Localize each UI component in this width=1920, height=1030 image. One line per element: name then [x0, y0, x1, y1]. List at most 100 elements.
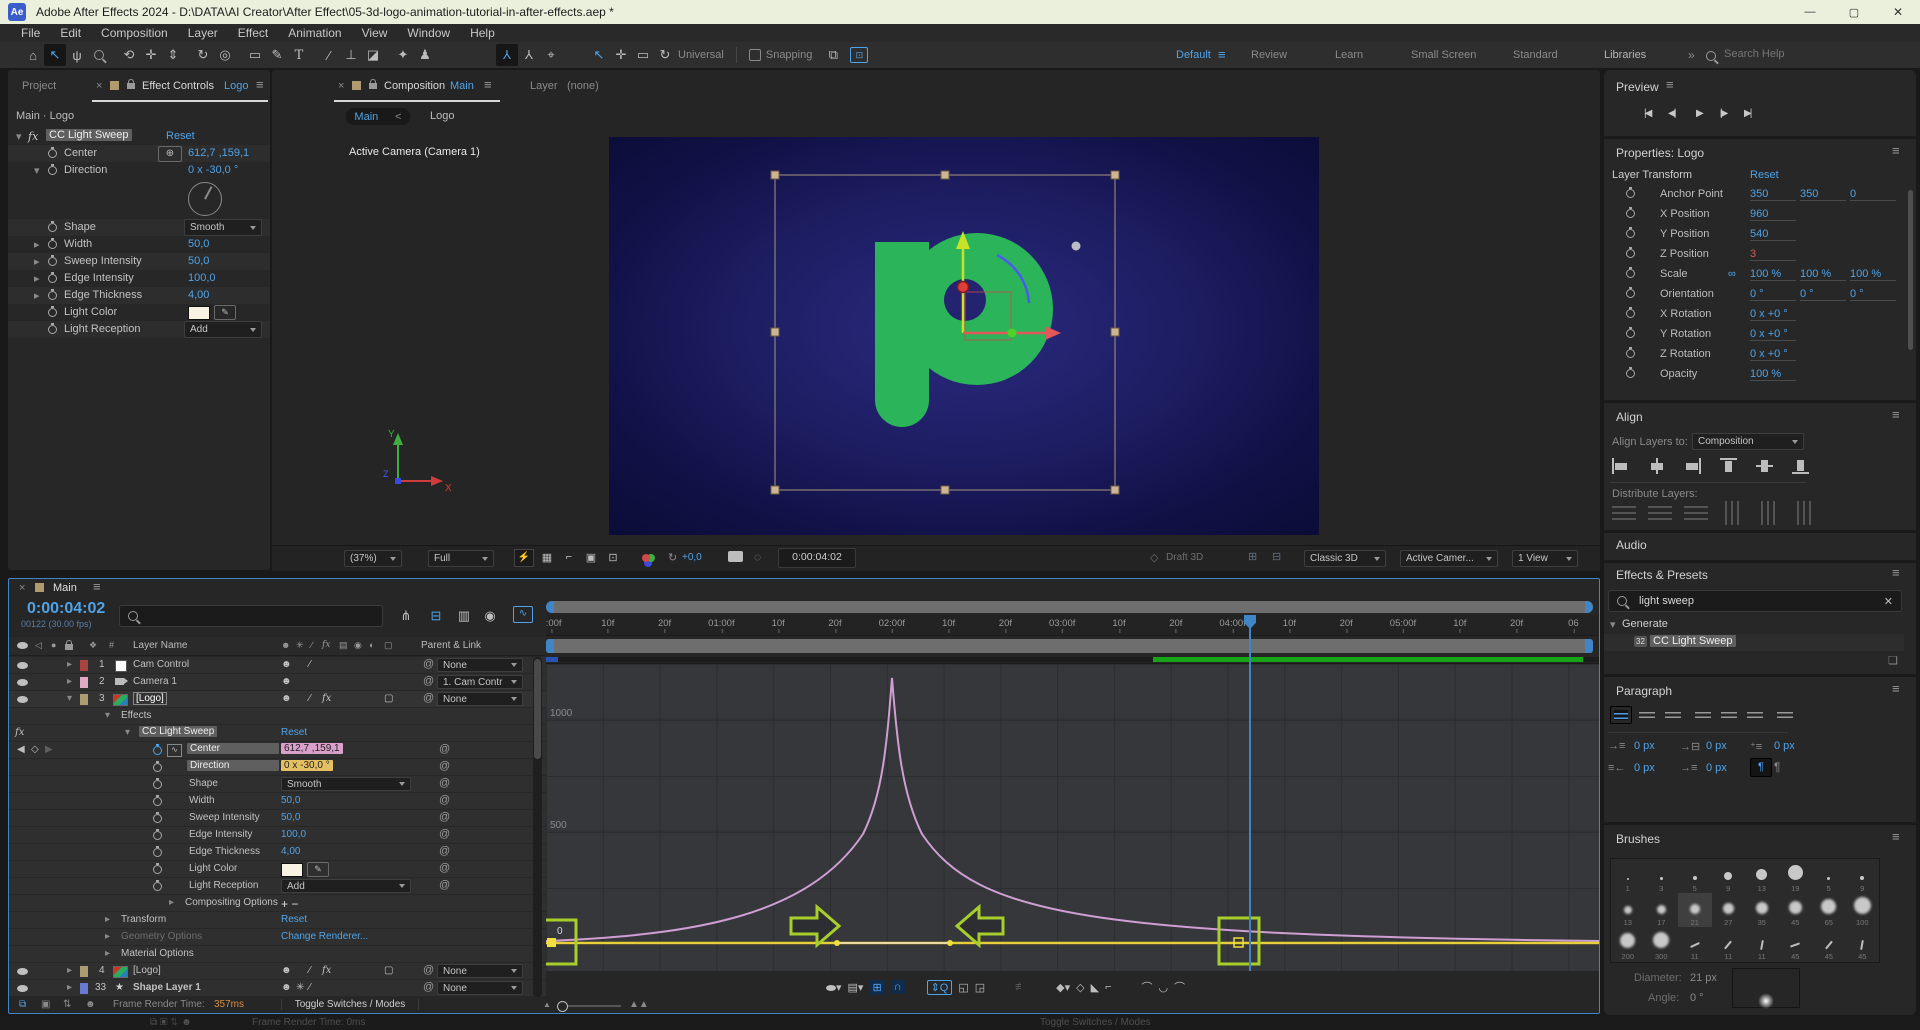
pen-tool-icon[interactable]: ✎	[266, 44, 288, 66]
menu-window[interactable]: Window	[398, 26, 459, 40]
effect-result-label[interactable]: CC Light Sweep	[1650, 635, 1736, 647]
label-color-chip[interactable]	[80, 966, 88, 977]
draft-3d-label[interactable]: Draft 3D	[1166, 552, 1203, 563]
layer-row-3-selected[interactable]: ▾ 3 [Logo] ☻ ∕ fx ▢ @ None	[9, 691, 546, 708]
breadcrumb-chip[interactable]: Main <	[346, 108, 410, 125]
workspace-review[interactable]: Review	[1251, 49, 1287, 61]
maximize-button[interactable]: ▢	[1832, 6, 1876, 19]
group-row-transform[interactable]: ▸ Transform Reset	[9, 912, 546, 929]
group-label[interactable]: Compositing Options	[185, 897, 278, 908]
distribute-bottom-button[interactable]	[1684, 506, 1708, 520]
shy-toggle-icon[interactable]: ⇅	[63, 999, 71, 1010]
menu-edit[interactable]: Edit	[51, 26, 90, 40]
universal-gizmo-label[interactable]: Universal	[678, 49, 724, 61]
gizmo-scale-icon[interactable]: ▭	[632, 44, 654, 66]
graph-visibility-icon[interactable]: ▾	[826, 981, 842, 994]
layer-row-33[interactable]: ▸ 33 ★ Shape Layer 1 ☻ ✳ ∕ @ None	[9, 980, 546, 997]
align-vcenter-button[interactable]	[1756, 458, 1780, 474]
stopwatch-icon[interactable]	[153, 763, 162, 772]
shy-switch[interactable]: ☻	[281, 982, 292, 993]
brush-35[interactable]: 35	[1745, 893, 1779, 927]
menu-layer[interactable]: Layer	[179, 26, 227, 40]
stopwatch-icon[interactable]	[1626, 289, 1635, 298]
view-layout-dropdown[interactable]: 1 View	[1512, 550, 1578, 567]
ec-edge-intensity-label[interactable]: Edge Intensity	[64, 272, 134, 284]
shy-switch[interactable]: ☻	[281, 659, 292, 670]
prop-value[interactable]: 100,0	[281, 829, 306, 840]
layer-transform-label[interactable]: Layer Transform	[1612, 169, 1692, 181]
exposure-value[interactable]: +0,0	[682, 552, 702, 563]
minimize-button[interactable]: —	[1788, 6, 1832, 18]
close-tab-icon[interactable]: ×	[19, 582, 25, 594]
zoom-tool-icon[interactable]	[88, 44, 110, 66]
pickwhip-icon[interactable]: @	[439, 760, 450, 772]
ec-direction-value[interactable]: 0 x -30,0 °	[188, 164, 238, 176]
pickwhip-icon[interactable]: @	[439, 777, 450, 789]
graph-override-icon[interactable]: ∿	[167, 744, 182, 757]
eye-icon[interactable]	[17, 696, 28, 703]
orbit-camera-tool-icon[interactable]: ⟲	[118, 44, 140, 66]
justify-last-center-button[interactable]	[1718, 706, 1740, 724]
prop-label[interactable]: Center	[187, 743, 279, 754]
zoom-out-icon[interactable]: ▲	[543, 1000, 551, 1009]
ec-shape-label[interactable]: Shape	[64, 221, 96, 233]
camera-dropdown[interactable]: Active Camer...	[1400, 550, 1498, 567]
audio-panel-title[interactable]: Audio	[1616, 538, 1647, 552]
ec-edge-thickness-value[interactable]: 4,00	[188, 289, 209, 301]
close-tab-icon[interactable]: ×	[338, 80, 344, 92]
expander-icon[interactable]: ▸	[67, 982, 72, 993]
layer-name[interactable]: Cam Control	[133, 659, 189, 670]
quality-switch[interactable]: ∕	[309, 965, 311, 976]
brush-9[interactable]: 9	[1846, 859, 1880, 893]
stopwatch-icon[interactable]	[1626, 329, 1635, 338]
threed-switch[interactable]: ▢	[384, 965, 393, 976]
roto-brush-tool-icon[interactable]: ✦	[392, 44, 414, 66]
prop-label[interactable]: Edge Thickness	[189, 846, 260, 857]
prop-label[interactable]: Edge Intensity	[189, 829, 252, 840]
property-value[interactable]: 0	[1850, 188, 1896, 201]
workspace-small-screen[interactable]: Small Screen	[1411, 49, 1476, 61]
snapping-label[interactable]: Snapping	[766, 49, 813, 61]
selection-tool-icon[interactable]: ↖	[44, 44, 66, 66]
brush-11[interactable]: 11	[1678, 927, 1712, 961]
property-value[interactable]: 100 %	[1800, 268, 1846, 281]
workspace-libraries[interactable]: Libraries	[1604, 49, 1646, 61]
align-text-left-button[interactable]	[1610, 706, 1632, 724]
timeline-search-input[interactable]	[146, 610, 382, 623]
stopwatch-icon[interactable]	[48, 166, 57, 175]
brush-5[interactable]: 5	[1812, 859, 1846, 893]
mask-visibility-icon[interactable]: ⌐	[558, 546, 580, 568]
ground-plane-icon[interactable]: ⊞	[1248, 550, 1257, 563]
paragraph-menu-icon[interactable]: ≡	[1892, 684, 1900, 694]
property-value[interactable]: 960	[1750, 208, 1796, 221]
prop-label[interactable]: Width	[189, 795, 215, 806]
distribute-top-button[interactable]	[1612, 506, 1636, 520]
pickwhip-icon[interactable]: @	[439, 743, 450, 755]
skip-end-button[interactable]: ▶|	[1744, 108, 1750, 119]
eye-icon[interactable]	[17, 968, 28, 975]
auto-zoom-graph-icon[interactable]: ⇕Q	[927, 980, 953, 995]
expander-icon[interactable]: ▾	[34, 164, 40, 177]
fit-all-graphs-icon[interactable]: ◲	[975, 981, 985, 994]
property-value[interactable]: 0 °	[1750, 288, 1796, 301]
composition-viewport[interactable]	[609, 137, 1319, 535]
play-button[interactable]: ▶	[1696, 108, 1704, 119]
justify-last-right-button[interactable]	[1744, 706, 1766, 724]
guides-icon[interactable]: ⊡	[602, 546, 624, 568]
fx-switch[interactable]: fx	[322, 965, 331, 976]
snap-icon[interactable]: ∩	[891, 980, 905, 994]
stopwatch-icon-active[interactable]	[153, 746, 162, 755]
prop-label[interactable]: Light Reception	[189, 880, 259, 891]
keyframe-mid-2[interactable]	[947, 940, 953, 946]
expander-icon[interactable]: ▸	[105, 948, 110, 959]
parent-dropdown[interactable]: 1. Cam Contr	[437, 675, 523, 689]
effect-header-row[interactable]: ▾ fx CC Light Sweep Reset	[8, 128, 270, 145]
brush-angle-value[interactable]: 0 °	[1690, 992, 1704, 1004]
pickwhip-icon[interactable]: @	[439, 879, 450, 891]
parent-dropdown[interactable]: None	[437, 981, 523, 995]
stopwatch-icon[interactable]	[1626, 189, 1635, 198]
brush-13[interactable]: 13	[1745, 859, 1779, 893]
tab-project[interactable]: Project	[22, 80, 56, 92]
stopwatch-icon[interactable]	[153, 848, 162, 857]
eye-icon[interactable]	[17, 662, 28, 669]
